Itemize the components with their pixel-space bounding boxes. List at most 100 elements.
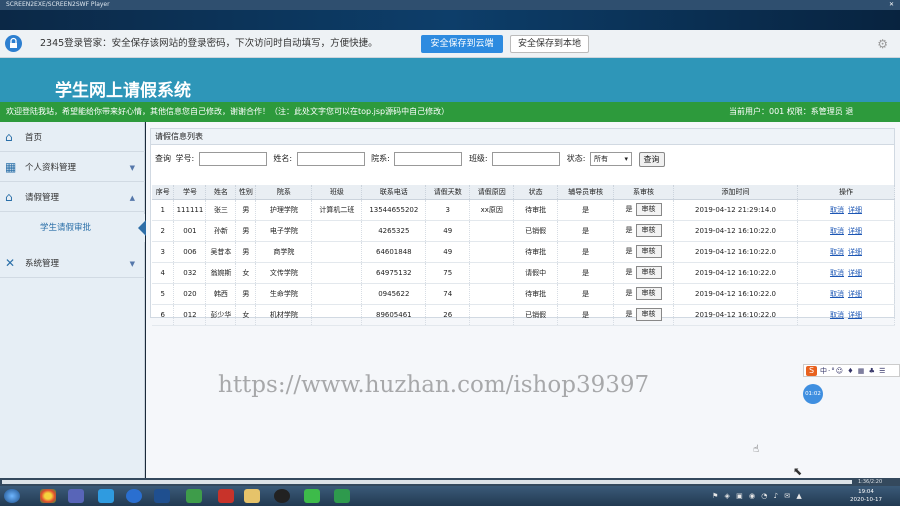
clock-date: 2020-10-17 — [850, 497, 882, 503]
cancel-link[interactable]: 取消 — [830, 311, 844, 319]
column-header: 学号 — [173, 185, 207, 200]
cell-status: 待审批 — [513, 199, 559, 221]
name-input[interactable] — [296, 152, 365, 166]
ime-tools: 中·°☺ ♦ ▦ ♣ ☰ — [820, 367, 887, 375]
app-icon[interactable] — [98, 489, 114, 503]
cell-actions: 取消 详细 — [797, 199, 896, 221]
cell-dean: 是审核 — [613, 304, 675, 326]
cancel-link[interactable]: 取消 — [830, 290, 844, 298]
class-input[interactable] — [492, 152, 561, 166]
system-tray[interactable]: ⚑ ◈ ▣ ◉ ◔ ♪ ✉ ▲ — [712, 492, 804, 500]
status-select[interactable]: 所有 — [589, 152, 632, 166]
sidebar-item-profile[interactable]: ▦ 个人资料管理 ▼ — [0, 154, 145, 182]
cancel-link[interactable]: 取消 — [830, 206, 844, 214]
sidebar-subitem-label: 学生请假审批 — [40, 223, 92, 233]
app-icon[interactable] — [186, 489, 202, 503]
detail-link[interactable]: 详细 — [848, 206, 862, 214]
taskbar-clock[interactable]: 19:04 2020-10-17 — [850, 488, 882, 504]
flash-icon[interactable] — [218, 489, 234, 503]
save-cloud-button[interactable]: 安全保存到云端 — [421, 35, 503, 53]
panel-title: 请假信息列表 — [151, 129, 894, 145]
review-button[interactable]: 审核 — [635, 308, 662, 321]
wechat-icon[interactable] — [304, 489, 320, 503]
cell-status: 请假中 — [513, 262, 559, 284]
app-icon[interactable] — [68, 489, 84, 503]
cell-name: 韩西 — [205, 283, 237, 305]
player-progress-bar[interactable]: 1:36/2:20 — [0, 478, 900, 486]
cell-time: 2019-04-12 21:29:14.0 — [673, 199, 798, 221]
table-row: 4 032 翁婉斯女文传学院 64975132 75 请假中是是审核 2019-04-12 … — [152, 262, 896, 284]
sidebar-item-label: 系统管理 — [25, 259, 60, 269]
cell-dean: 是审核 — [613, 199, 675, 221]
ime-toolbar[interactable]: S 中·°☺ ♦ ▦ ♣ ☰ — [803, 364, 900, 377]
player-time: 1:36/2:20 — [858, 479, 883, 485]
cancel-link[interactable]: 取消 — [830, 269, 844, 277]
column-header: 性别 — [235, 185, 257, 200]
detail-link[interactable]: 详细 — [848, 269, 862, 277]
cell-days: 49 — [425, 220, 471, 242]
cell-time: 2019-04-12 16:10:22.0 — [673, 262, 798, 284]
background-strip — [0, 10, 900, 30]
app-icon[interactable] — [334, 489, 350, 503]
dean-value: 是 — [625, 226, 633, 234]
detail-link[interactable]: 详细 — [848, 290, 862, 298]
review-button[interactable]: 审核 — [635, 287, 662, 300]
cell-gender: 男 — [235, 199, 257, 221]
cell-dept: 机材学院 — [255, 304, 313, 326]
chevron-down-icon: ▼ — [129, 164, 135, 172]
sidebar-item-system[interactable]: ✕ 系统管理 ▼ — [0, 250, 145, 278]
cell-dept: 商学院 — [255, 241, 313, 263]
review-button[interactable]: 审核 — [635, 266, 662, 279]
column-header: 序号 — [152, 185, 175, 200]
sidebar-item-home[interactable]: ⌂ 首页 — [0, 124, 145, 152]
sidebar-item-label: 请假管理 — [25, 193, 60, 203]
dean-value: 是 — [625, 310, 633, 318]
department-label: 院系: — [371, 154, 390, 163]
app-icon[interactable] — [154, 489, 170, 503]
detail-link[interactable]: 详细 — [848, 227, 862, 235]
cancel-link[interactable]: 取消 — [830, 227, 844, 235]
chevron-down-icon: ▼ — [129, 260, 135, 268]
cancel-link[interactable]: 取消 — [830, 248, 844, 256]
review-button[interactable]: 审核 — [635, 224, 662, 237]
progress-track[interactable] — [2, 480, 852, 484]
query-button[interactable]: 查询 — [638, 152, 665, 167]
recording-badge[interactable]: 01:02 — [803, 384, 823, 404]
department-input[interactable] — [394, 152, 463, 166]
cell-dean: 是审核 — [613, 283, 675, 305]
detail-link[interactable]: 详细 — [848, 248, 862, 256]
cell-phone: 13544655202 — [361, 199, 427, 221]
dean-value: 是 — [625, 289, 633, 297]
sidebar-item-leave[interactable]: ⌂ 请假管理 ▲ — [0, 184, 145, 212]
close-icon[interactable]: ✕ — [889, 0, 894, 10]
save-local-button[interactable]: 安全保存到本地 — [510, 35, 589, 53]
cell-reason — [469, 241, 515, 263]
review-button[interactable]: 审核 — [635, 203, 662, 216]
detail-link[interactable]: 详细 — [848, 311, 862, 319]
cell-cls — [311, 220, 363, 242]
gear-icon[interactable]: ⚙ — [877, 37, 888, 51]
folder-icon[interactable] — [244, 489, 260, 503]
column-header: 操作 — [797, 185, 896, 200]
sidebar-item-label: 个人资料管理 — [25, 163, 77, 173]
start-button-icon[interactable] — [4, 489, 20, 503]
cell-gender: 女 — [235, 262, 257, 284]
student-id-input[interactable] — [198, 152, 267, 166]
chrome-icon[interactable] — [40, 489, 56, 503]
cell-dean: 是审核 — [613, 241, 675, 263]
sidebar-subitem-leave-approval[interactable]: 学生请假审批 — [0, 214, 146, 242]
cell-sid: 012 — [173, 304, 207, 326]
cell-cls — [311, 262, 363, 284]
review-button[interactable]: 审核 — [635, 245, 662, 258]
cell-counselor: 是 — [557, 241, 615, 263]
cell-gender: 男 — [235, 220, 257, 242]
cell-counselor: 是 — [557, 199, 615, 221]
qq-icon[interactable] — [274, 489, 290, 503]
browser-icon[interactable] — [126, 489, 142, 503]
tools-icon: ✕ — [5, 256, 16, 270]
cell-idx: 5 — [152, 283, 175, 305]
column-header: 联系电话 — [361, 185, 427, 200]
cell-dean: 是审核 — [613, 262, 675, 284]
ime-logo: S — [806, 366, 817, 376]
home-icon: ⌂ — [5, 190, 13, 204]
